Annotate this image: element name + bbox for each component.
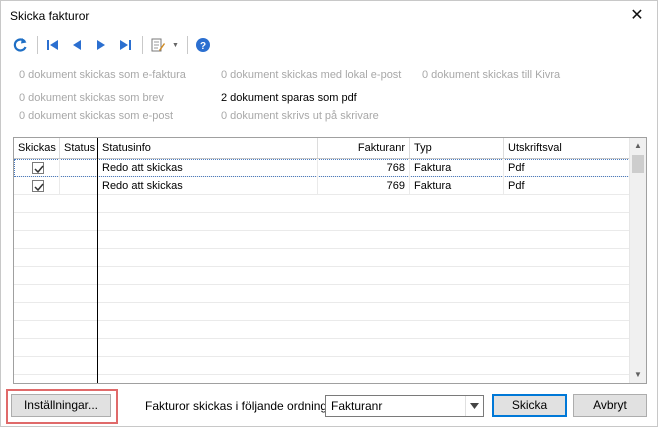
- skickas-cell: [14, 159, 60, 177]
- column-header-skickas[interactable]: Skickas: [14, 138, 60, 158]
- table-row[interactable]: Redo att skickas 769 Faktura Pdf: [14, 177, 630, 195]
- vertical-scrollbar[interactable]: ▲ ▼: [629, 138, 646, 383]
- skickas-checkbox[interactable]: [32, 180, 44, 192]
- status-cell: [60, 159, 98, 177]
- prev-icon[interactable]: [66, 34, 88, 56]
- order-select[interactable]: Fakturanr: [325, 395, 484, 417]
- summary-brev: 0 dokument skickas som brev: [19, 92, 164, 104]
- empty-row: [14, 303, 630, 321]
- toolbar-separator: [37, 36, 38, 54]
- next-icon[interactable]: [90, 34, 112, 56]
- summary-kivra: 0 dokument skickas till Kivra: [422, 69, 561, 81]
- grid-rows: Redo att skickas 768 Faktura Pdf Redo at…: [14, 159, 630, 383]
- last-icon[interactable]: [114, 34, 136, 56]
- statusinfo-cell: Redo att skickas: [98, 159, 318, 177]
- summary-lokal-epost: 0 dokument skickas med lokal e-post: [221, 69, 402, 81]
- empty-row: [14, 339, 630, 357]
- summary-pdf: 2 dokument sparas som pdf: [221, 92, 357, 104]
- tools-icon[interactable]: [147, 34, 169, 56]
- skickas-checkbox[interactable]: [32, 162, 44, 174]
- fakturanr-cell: 769: [318, 177, 410, 195]
- send-invoices-window: Skicka fakturor ✕ ▼ ? 0 dokument skickas: [0, 0, 658, 427]
- scroll-thumb[interactable]: [632, 155, 644, 173]
- checkmark-icon: [34, 183, 44, 192]
- fakturanr-cell: 768: [318, 159, 410, 177]
- table-row[interactable]: Redo att skickas 768 Faktura Pdf: [14, 159, 630, 177]
- empty-row: [14, 357, 630, 375]
- window-title: Skicka fakturor: [10, 9, 90, 23]
- summary-epost: 0 dokument skickas som e-post: [19, 110, 174, 122]
- send-summary: 0 dokument skickas som e-faktura 0 dokum…: [1, 63, 657, 127]
- checkmark-icon: [34, 165, 44, 174]
- column-header-fakturanr[interactable]: Fakturanr: [318, 138, 410, 158]
- toolbar-separator: [186, 36, 188, 54]
- column-divider: [97, 138, 98, 383]
- column-header-typ[interactable]: Typ: [410, 138, 504, 158]
- typ-cell: Faktura: [410, 177, 504, 195]
- column-header-statusinfo[interactable]: Statusinfo: [98, 138, 318, 158]
- skickas-cell: [14, 177, 60, 195]
- status-cell: [60, 177, 98, 195]
- settings-button[interactable]: Inställningar...: [11, 394, 111, 417]
- bottom-bar: Inställningar... Fakturor skickas i följ…: [1, 389, 657, 427]
- statusinfo-cell: Redo att skickas: [98, 177, 318, 195]
- utskriftsval-cell: Pdf: [504, 177, 630, 195]
- chevron-down-icon[interactable]: [465, 396, 483, 416]
- scroll-down-icon[interactable]: ▼: [630, 367, 646, 383]
- first-icon[interactable]: [42, 34, 64, 56]
- cancel-button[interactable]: Avbryt: [573, 394, 647, 417]
- grid-header: Skickas Status Statusinfo Fakturanr Typ …: [14, 138, 630, 159]
- empty-row: [14, 231, 630, 249]
- scroll-up-icon[interactable]: ▲: [630, 138, 646, 154]
- title-bar: Skicka fakturor ✕: [1, 1, 657, 31]
- invoice-grid: Skickas Status Statusinfo Fakturanr Typ …: [13, 137, 647, 384]
- column-header-utskriftsval[interactable]: Utskriftsval: [504, 138, 630, 158]
- close-icon[interactable]: ✕: [627, 6, 647, 26]
- toolbar-separator: [142, 36, 143, 54]
- empty-row: [14, 375, 630, 383]
- empty-row: [14, 285, 630, 303]
- summary-efaktura: 0 dokument skickas som e-faktura: [19, 69, 186, 81]
- empty-row: [14, 267, 630, 285]
- toolbar: ▼ ?: [9, 33, 216, 57]
- column-header-status[interactable]: Status: [60, 138, 98, 158]
- empty-row: [14, 249, 630, 267]
- empty-row: [14, 213, 630, 231]
- refresh-icon[interactable]: [9, 34, 31, 56]
- utskriftsval-cell: Pdf: [504, 159, 630, 177]
- chevron-down-icon[interactable]: ▼: [172, 42, 179, 49]
- help-icon[interactable]: ?: [192, 34, 214, 56]
- empty-row: [14, 321, 630, 339]
- summary-skrivare: 0 dokument skrivs ut på skrivare: [221, 110, 379, 122]
- svg-text:?: ?: [200, 41, 206, 52]
- typ-cell: Faktura: [410, 159, 504, 177]
- order-select-value: Fakturanr: [331, 399, 383, 413]
- send-button[interactable]: Skicka: [492, 394, 567, 417]
- empty-row: [14, 195, 630, 213]
- order-label: Fakturor skickas i följande ordning:: [145, 399, 331, 413]
